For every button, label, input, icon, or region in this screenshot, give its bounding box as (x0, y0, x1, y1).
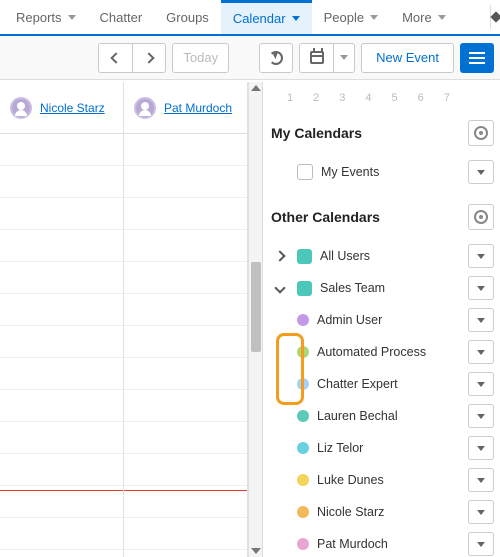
view-picker-chevron[interactable] (333, 43, 355, 73)
time-slots[interactable] (0, 134, 123, 557)
next-button[interactable] (132, 43, 166, 73)
member-label: Nicole Starz (317, 505, 460, 519)
group-menu[interactable] (468, 244, 494, 268)
member-label: Liz Telor (317, 441, 460, 455)
calendar-member-row: Admin User (271, 304, 494, 336)
color-dot (297, 314, 309, 326)
new-event-button[interactable]: New Event (361, 43, 454, 73)
my-calendars-heading: My Calendars (271, 125, 362, 141)
member-menu[interactable] (468, 308, 494, 332)
calendar-grid: Nicole Starz Pat Murdoch (0, 82, 263, 557)
color-dot (297, 442, 309, 454)
view-picker-button[interactable] (299, 43, 333, 73)
color-dot (297, 410, 309, 422)
color-dot (297, 474, 309, 486)
scrollbar-thumb[interactable] (251, 262, 261, 352)
other-calendars-heading: Other Calendars (271, 209, 380, 225)
member-menu[interactable] (468, 532, 494, 556)
calendar-member-row: Pat Murdoch (271, 528, 494, 557)
expand-toggle[interactable] (271, 284, 289, 292)
gear-icon (474, 126, 488, 140)
member-label: Pat Murdoch (317, 537, 460, 551)
time-slots[interactable] (124, 134, 247, 557)
my-events-checkbox[interactable] (297, 164, 313, 180)
calendar-group-row: Sales Team (271, 272, 494, 304)
grid-column: Nicole Starz (0, 82, 124, 557)
group-label: All Users (320, 249, 460, 263)
member-menu[interactable] (468, 340, 494, 364)
tab-people[interactable]: People (312, 0, 390, 34)
member-menu[interactable] (468, 404, 494, 428)
member-menu[interactable] (468, 468, 494, 492)
vertical-scrollbar[interactable] (248, 82, 262, 557)
calendar-member-row: Liz Telor (271, 432, 494, 464)
color-dot (297, 538, 309, 550)
calendar-toolbar: Today New Event (0, 36, 500, 80)
tab-more[interactable]: More (390, 0, 458, 34)
gear-icon (474, 210, 488, 224)
side-panel-toggle[interactable] (460, 43, 494, 73)
chevron-right-icon (274, 250, 285, 261)
chevron-down-icon (438, 15, 446, 20)
member-label: Luke Dunes (317, 473, 460, 487)
chevron-down-icon (370, 15, 378, 20)
member-label: Chatter Expert (317, 377, 460, 391)
current-time-line (0, 490, 123, 491)
chevron-down-icon (292, 16, 300, 21)
color-dot (297, 346, 309, 358)
column-owner-link[interactable]: Pat Murdoch (164, 101, 232, 115)
group-label: Sales Team (320, 281, 460, 295)
tab-reports[interactable]: Reports (4, 0, 88, 34)
other-calendars-settings-button[interactable] (468, 204, 494, 230)
calendars-panel: 1234567 My Calendars My Events Other Cal… (263, 82, 500, 557)
color-swatch (297, 281, 312, 296)
mini-day-numbers: 1234567 (271, 90, 494, 116)
calendar-member-row: Nicole Starz (271, 496, 494, 528)
current-time-line (124, 490, 247, 491)
prev-button[interactable] (98, 43, 132, 73)
group-members-list: Admin User Automated Process Chatter Exper… (271, 304, 494, 557)
grid-column: Pat Murdoch (124, 82, 248, 557)
avatar (134, 97, 156, 119)
member-menu[interactable] (468, 372, 494, 396)
member-label: Lauren Bechal (317, 409, 460, 423)
group-menu[interactable] (468, 276, 494, 300)
calendar-member-row: Automated Process (271, 336, 494, 368)
expand-toggle[interactable] (271, 252, 289, 260)
tab-calendar[interactable]: Calendar (221, 0, 312, 34)
color-swatch (297, 249, 312, 264)
today-button[interactable]: Today (172, 43, 229, 73)
member-menu[interactable] (468, 500, 494, 524)
other-calendars-list: All Users Sales Team (271, 240, 494, 304)
my-events-menu[interactable] (468, 160, 494, 184)
top-tabbar: ReportsChatterGroupsCalendarPeopleMore (0, 0, 500, 36)
my-calendars-settings-button[interactable] (468, 120, 494, 146)
column-owner-link[interactable]: Nicole Starz (40, 101, 105, 115)
member-label: Admin User (317, 313, 460, 327)
tab-chatter[interactable]: Chatter (88, 0, 155, 34)
calendar-member-row: Chatter Expert (271, 368, 494, 400)
calendar-group-row: All Users (271, 240, 494, 272)
tab-groups[interactable]: Groups (154, 0, 221, 34)
edit-nav-button[interactable] (490, 5, 500, 29)
calendar-member-row: Lauren Bechal (271, 400, 494, 432)
calendar-member-row: Luke Dunes (271, 464, 494, 496)
my-events-label: My Events (321, 165, 460, 179)
chevron-down-icon (68, 15, 76, 20)
chevron-down-icon (274, 282, 285, 293)
refresh-button[interactable] (259, 43, 293, 73)
avatar (10, 97, 32, 119)
color-dot (297, 378, 309, 390)
color-dot (297, 506, 309, 518)
member-label: Automated Process (317, 345, 460, 359)
member-menu[interactable] (468, 436, 494, 460)
